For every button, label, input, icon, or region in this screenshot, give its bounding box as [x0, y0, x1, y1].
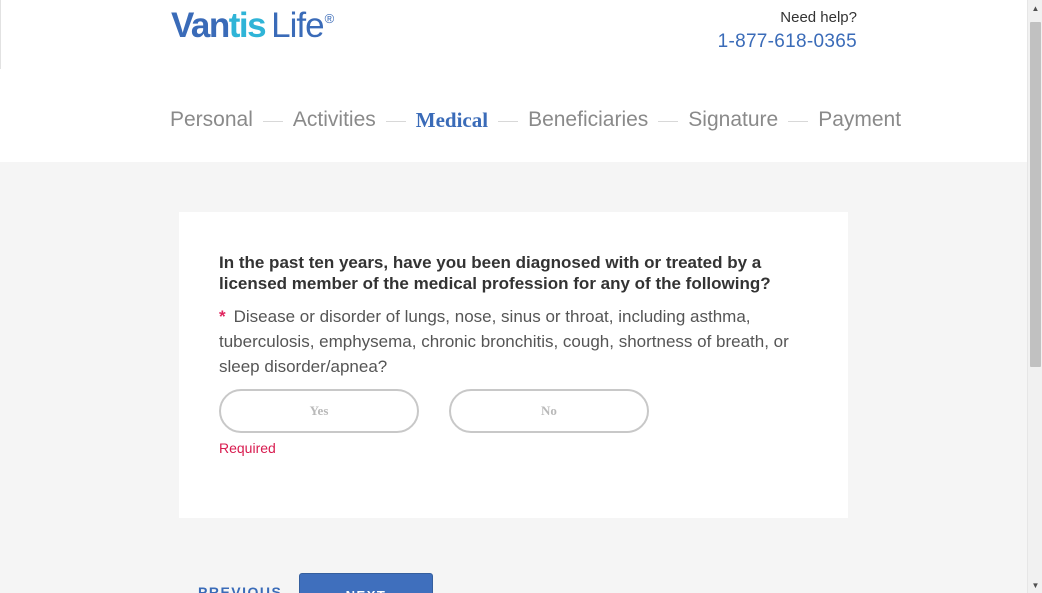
logo-wordmark: Vantis — [171, 6, 267, 46]
step-personal[interactable]: Personal — [170, 106, 253, 134]
question-heading: In the past ten years, have you been dia… — [219, 253, 771, 293]
logo-text-tis: tis — [228, 6, 267, 45]
required-asterisk: * — [219, 307, 226, 326]
registered-mark: ® — [324, 11, 335, 26]
no-button[interactable]: No — [449, 389, 649, 433]
scroll-up-icon[interactable]: ▲ — [1028, 0, 1042, 16]
required-error: Required — [219, 440, 276, 456]
logo-text-life: Life — [271, 6, 324, 45]
step-activities[interactable]: Activities — [293, 106, 376, 134]
step-separator — [658, 120, 679, 122]
help-label: Need help? — [780, 9, 857, 26]
question-item: * Disease or disorder of lungs, nose, sin… — [219, 304, 819, 379]
vertical-scrollbar[interactable]: ▲ ▼ — [1027, 0, 1042, 593]
header-divider — [0, 0, 1, 69]
vantis-life-logo[interactable]: Vantis Life ® — [171, 6, 334, 46]
step-medical[interactable]: Medical — [416, 106, 488, 134]
page-viewport: Vantis Life ® Need help? 1-877-618-0365 … — [0, 0, 1027, 593]
question-item-text: Disease or disorder of lungs, nose, sinu… — [219, 307, 789, 376]
site-header: Vantis Life ® Need help? 1-877-618-0365 … — [0, 0, 1027, 162]
step-payment[interactable]: Payment — [818, 106, 901, 134]
help-phone-link[interactable]: 1-877-618-0365 — [718, 30, 857, 54]
progress-steps: Personal Activities Medical Beneficiarie… — [170, 106, 901, 134]
step-beneficiaries[interactable]: Beneficiaries — [528, 106, 648, 134]
scrollbar-thumb[interactable] — [1030, 22, 1041, 367]
next-button[interactable]: NEXT — [299, 573, 433, 593]
scroll-down-icon[interactable]: ▼ — [1028, 577, 1042, 593]
question-card: In the past ten years, have you been dia… — [179, 212, 848, 518]
yes-button[interactable]: Yes — [219, 389, 419, 433]
step-separator — [498, 120, 519, 122]
help-contact: Need help? 1-877-618-0365 — [718, 9, 857, 54]
step-signature[interactable]: Signature — [688, 106, 778, 134]
step-separator — [788, 120, 809, 122]
step-separator — [262, 120, 283, 122]
previous-button[interactable]: PREVIOUS — [198, 584, 282, 593]
step-separator — [385, 120, 406, 122]
logo-text-van: Van — [171, 6, 230, 45]
